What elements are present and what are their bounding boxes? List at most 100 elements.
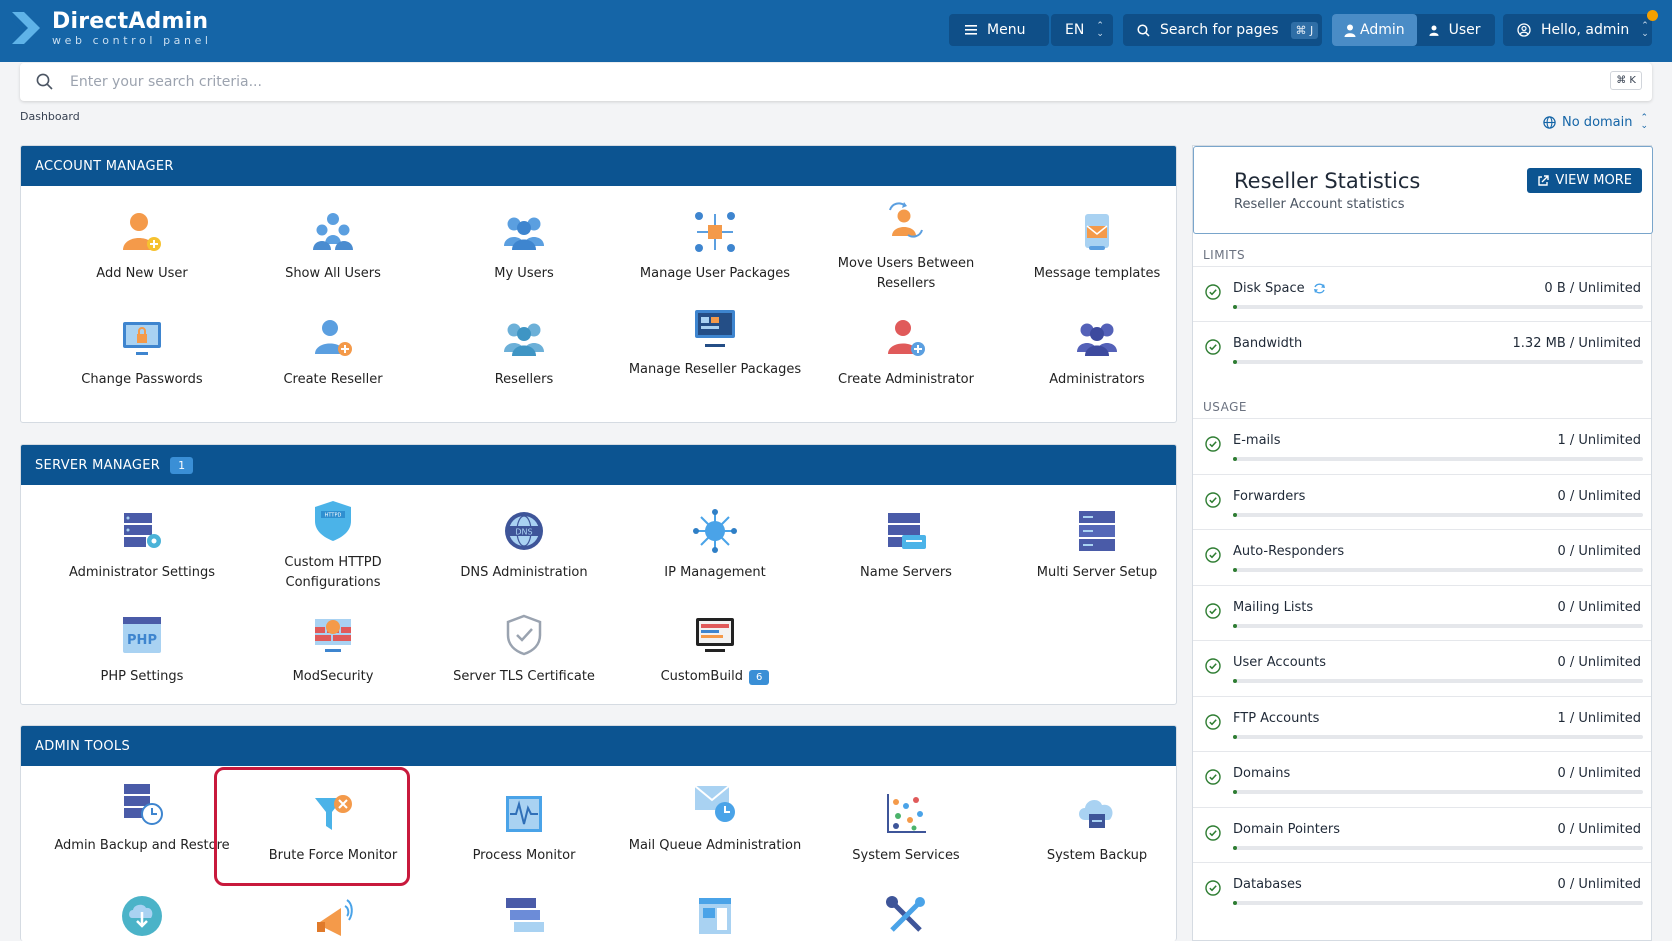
cloud-download-icon <box>118 892 166 940</box>
reseller-statistics-card: Reseller Statistics Reseller Account sta… <box>1192 145 1653 941</box>
php-settings-tile[interactable]: PHP PHP Settings <box>47 611 237 687</box>
stat-value: 0 / Unlimited <box>1557 488 1641 504</box>
stat-value: 0 / Unlimited <box>1557 544 1641 559</box>
refresh-icon[interactable] <box>1313 282 1326 295</box>
my-users-tile[interactable]: My Users <box>429 208 619 284</box>
logo[interactable]: DirectAdmin web control panel <box>10 8 212 48</box>
tile-label: System Services <box>852 848 960 863</box>
search-pages-shortcut: ⌘ J <box>1290 21 1319 39</box>
stat-name: Domain Pointers <box>1233 822 1340 837</box>
add-new-user-tile[interactable]: Add New User <box>47 208 237 284</box>
multi-server-setup-tile[interactable]: Multi Server Setup <box>1002 507 1176 583</box>
move-users-between-resellers-tile[interactable]: Move Users Between Resellers <box>811 198 1001 294</box>
stat-name: User Accounts <box>1233 655 1326 670</box>
server-tls-certificate-tile[interactable]: Server TLS Certificate <box>429 611 619 687</box>
stacked-windows-tile[interactable] <box>429 892 619 940</box>
dns-administration-tile[interactable]: DNS DNS Administration <box>429 507 619 583</box>
usage-progress-bar <box>1233 457 1643 461</box>
resellers-tile[interactable]: Resellers <box>429 314 619 390</box>
language-select[interactable]: EN ⌃ ⌄ <box>1051 14 1113 46</box>
scatter-services-icon <box>882 790 930 838</box>
check-circle-icon <box>1205 602 1221 623</box>
administrators-group-icon <box>1073 314 1121 362</box>
modsecurity-tile[interactable]: ModSecurity <box>238 611 428 687</box>
panel-title: ADMIN TOOLS <box>21 726 1176 766</box>
system-backup-tile[interactable]: System Backup <box>1002 790 1176 866</box>
tile-label: Message templates <box>1033 266 1161 281</box>
custom-httpd-configurations-tile[interactable]: HTTPD Custom HTTPD Configurations <box>238 497 428 593</box>
stat-name-text: User Accounts <box>1233 655 1327 670</box>
svg-text:HTTPD: HTTPD <box>325 513 342 519</box>
search-icon <box>1137 23 1150 37</box>
account-menu-button[interactable]: Hello, admin ⌃ ⌄ <box>1503 14 1652 46</box>
download-tile[interactable] <box>47 892 237 940</box>
create-administrator-tile[interactable]: Create Administrator <box>811 314 1001 390</box>
domain-selector[interactable]: No domain ⌃ ⌄ <box>1543 113 1649 131</box>
change-passwords-tile[interactable]: Change Passwords <box>47 314 237 390</box>
search-input[interactable] <box>70 71 1470 93</box>
brute-force-monitor-highlight <box>214 767 410 886</box>
select-arrows-icon: ⌃ ⌄ <box>1640 113 1649 131</box>
announcement-tile[interactable] <box>238 892 428 940</box>
mail-queue-administration-tile[interactable]: Mail Queue Administration <box>620 780 810 856</box>
check-circle-icon <box>1205 713 1221 734</box>
manage-user-packages-tile[interactable]: Manage User Packages <box>620 208 810 284</box>
role-admin-button[interactable]: Admin <box>1332 14 1417 46</box>
stats-header: Reseller Statistics Reseller Account sta… <box>1193 146 1653 234</box>
ip-network-icon <box>691 507 739 555</box>
external-link-icon <box>1537 174 1550 187</box>
stat-value: 0 / Unlimited <box>1557 766 1641 781</box>
manage-reseller-packages-tile[interactable]: Manage Reseller Packages <box>620 304 810 380</box>
resellers-group-icon <box>500 314 548 362</box>
process-monitor-tile[interactable]: Process Monitor <box>429 790 619 866</box>
stat-row: FTP Accounts 1 / Unlimited <box>1193 695 1651 751</box>
users-group-icon <box>309 208 357 256</box>
check-circle-icon <box>1205 547 1221 567</box>
tile-label: Process Monitor <box>472 848 576 863</box>
layout-window-icon <box>691 892 739 940</box>
name-servers-tile[interactable]: Name Servers <box>811 507 1001 583</box>
custombuild-monitor-icon <box>691 611 739 659</box>
system-services-tile[interactable]: System Services <box>811 790 1001 866</box>
usage-section-label: USAGE <box>1203 400 1248 414</box>
view-more-label: VIEW MORE <box>1555 173 1632 188</box>
check-circle-icon <box>1205 769 1221 789</box>
panel-title: ACCOUNT MANAGER <box>21 146 1176 186</box>
stat-name: Mailing Lists <box>1233 600 1313 615</box>
search-pages-button[interactable]: Search for pages ⌘ J <box>1123 14 1322 46</box>
backup-clock-icon <box>118 780 166 828</box>
stat-name-text: Disk Space <box>1233 281 1305 296</box>
panel-header: SERVER MANAGER 1 <box>21 445 1176 485</box>
admin-backup-restore-tile[interactable]: Admin Backup and Restore <box>47 780 237 856</box>
role-user-button[interactable]: User <box>1417 14 1493 46</box>
check-circle-icon <box>1205 491 1221 512</box>
tile-label: Custom HTTPD Configurations <box>284 555 382 590</box>
administrator-settings-tile[interactable]: Administrator Settings <box>47 507 237 583</box>
stat-row: Forwarders 0 / Unlimited <box>1193 473 1651 529</box>
notification-dot[interactable] <box>1647 10 1658 21</box>
custombuild-tile[interactable]: CustomBuild 6 <box>620 611 810 688</box>
layout-tile[interactable] <box>620 892 810 940</box>
check-circle-icon <box>1205 284 1221 304</box>
server-manager-panel: SERVER MANAGER 1 Administrator Settings … <box>20 444 1177 705</box>
usage-progress-fill <box>1233 845 1237 850</box>
show-all-users-tile[interactable]: Show All Users <box>238 208 428 284</box>
ip-management-tile[interactable]: IP Management <box>620 507 810 583</box>
stat-row: Domains 0 / Unlimited <box>1193 751 1651 806</box>
tile-label: IP Management <box>664 565 766 580</box>
create-reseller-tile[interactable]: Create Reseller <box>238 314 428 390</box>
breadcrumb[interactable]: Dashboard <box>20 110 80 123</box>
custombuild-badge: 6 <box>749 670 770 685</box>
stat-value: 1.32 MB / Unlimited <box>1512 336 1641 351</box>
tile-label: Name Servers <box>860 565 952 580</box>
stat-row: Bandwidth 1.32 MB / Unlimited <box>1193 321 1651 376</box>
tools-tile[interactable] <box>811 892 1001 940</box>
stat-value: 0 / Unlimited <box>1557 821 1641 837</box>
view-more-button[interactable]: VIEW MORE <box>1527 168 1642 193</box>
administrators-tile[interactable]: Administrators <box>1002 314 1176 390</box>
server-gear-icon <box>118 507 166 555</box>
stat-name-text: Mailing Lists <box>1233 599 1314 615</box>
stat-name-text: Domains <box>1233 766 1291 781</box>
message-templates-tile[interactable]: Message templates <box>1002 208 1176 284</box>
menu-button[interactable]: Menu <box>949 14 1049 46</box>
